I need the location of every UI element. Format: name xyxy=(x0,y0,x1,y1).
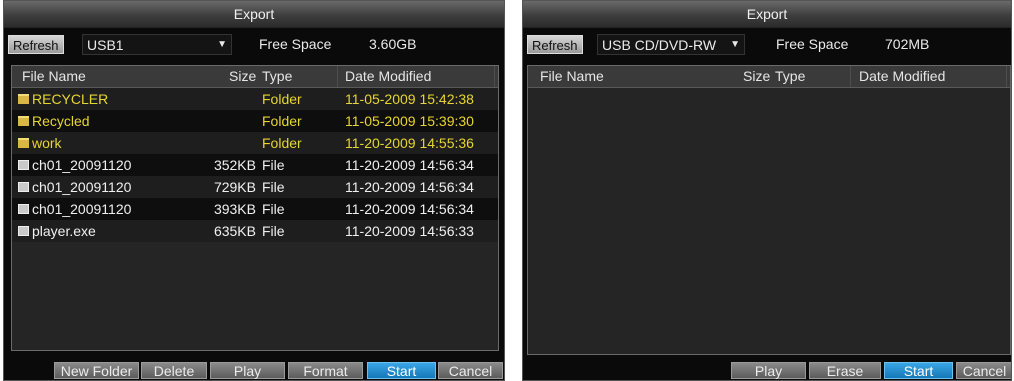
file-type: File xyxy=(262,179,285,195)
device-select-value: USB1 xyxy=(87,37,124,53)
chevron-down-icon: ▼ xyxy=(217,39,227,50)
column-header-date[interactable]: Date Modified xyxy=(345,68,431,84)
file-type: File xyxy=(262,157,285,173)
file-date: 11-20-2009 14:56:34 xyxy=(345,201,474,217)
file-list-header: File Name Size Type Date Modified xyxy=(528,66,1010,88)
start-button[interactable]: Start xyxy=(367,362,436,379)
column-header-type[interactable]: Type xyxy=(775,68,805,84)
device-select-value: USB CD/DVD-RW xyxy=(602,37,717,53)
column-divider xyxy=(337,66,338,87)
toolbar: Refresh USB1 ▼ Free Space 3.60GB xyxy=(4,28,504,58)
column-divider xyxy=(850,66,851,87)
refresh-button[interactable]: Refresh xyxy=(527,35,583,54)
column-header-type[interactable]: Type xyxy=(262,68,292,84)
file-date: 11-20-2009 14:56:33 xyxy=(345,223,474,239)
file-list-rows: RECYCLER Folder 11-05-2009 15:42:38 Recycle… xyxy=(12,88,498,242)
file-list[interactable]: File Name Size Type Date Modified xyxy=(527,65,1011,355)
folder-icon xyxy=(18,138,29,148)
column-header-name[interactable]: File Name xyxy=(22,68,86,84)
file-row[interactable]: ch01_20091120 393KB File 11-20-2009 14:56:3… xyxy=(12,198,498,220)
cancel-button[interactable]: Cancel xyxy=(956,362,1011,379)
file-name: RECYCLER xyxy=(32,91,109,107)
folder-row[interactable]: Recycled Folder 11-05-2009 15:39:30 xyxy=(12,110,498,132)
file-name: ch01_20091120 xyxy=(32,157,132,173)
play-button[interactable]: Play xyxy=(731,362,806,379)
file-size: 393KB xyxy=(213,201,256,217)
file-date: 11-20-2009 14:55:36 xyxy=(345,135,474,151)
file-list-header: File Name Size Type Date Modified xyxy=(12,66,498,88)
file-name: ch01_20091120 xyxy=(32,179,132,195)
file-row[interactable]: ch01_20091120 352KB File 11-20-2009 14:56:3… xyxy=(12,154,498,176)
file-type: File xyxy=(262,201,285,217)
file-icon xyxy=(18,182,29,192)
column-divider xyxy=(1006,66,1007,87)
export-dialog-usb: Export Refresh USB1 ▼ Free Space 3.60GB … xyxy=(3,0,505,381)
cancel-button[interactable]: Cancel xyxy=(438,362,503,379)
file-date: 11-20-2009 14:56:34 xyxy=(345,179,474,195)
refresh-button[interactable]: Refresh xyxy=(8,35,64,54)
erase-button[interactable]: Erase xyxy=(809,362,881,379)
button-bar: New Folder Delete Play Format Start Cancel xyxy=(4,360,504,380)
file-row[interactable]: ch01_20091120 729KB File 11-20-2009 14:56:3… xyxy=(12,176,498,198)
file-name: player.exe xyxy=(32,223,96,239)
new-folder-button[interactable]: New Folder xyxy=(54,362,139,379)
chevron-down-icon: ▼ xyxy=(730,39,740,50)
file-icon xyxy=(18,160,29,170)
play-button[interactable]: Play xyxy=(210,362,285,379)
start-button[interactable]: Start xyxy=(884,362,953,379)
folder-icon xyxy=(18,116,29,126)
file-name: Recycled xyxy=(32,113,90,129)
file-date: 11-05-2009 15:42:38 xyxy=(345,91,474,107)
file-name: work xyxy=(32,135,62,151)
column-header-size[interactable]: Size xyxy=(743,68,770,84)
file-size: 352KB xyxy=(213,157,256,173)
free-space-label: Free Space xyxy=(776,36,849,52)
file-icon xyxy=(18,226,29,236)
column-header-name[interactable]: File Name xyxy=(540,68,604,84)
file-date: 11-20-2009 14:56:34 xyxy=(345,157,474,173)
folder-row[interactable]: work Folder 11-20-2009 14:55:36 xyxy=(12,132,498,154)
file-type: Folder xyxy=(262,135,302,151)
file-type: Folder xyxy=(262,91,302,107)
file-date: 11-05-2009 15:39:30 xyxy=(345,113,474,129)
folder-icon xyxy=(18,94,29,104)
file-size: 635KB xyxy=(213,223,256,239)
button-bar: Play Erase Start Cancel xyxy=(523,360,1011,380)
device-select[interactable]: USB CD/DVD-RW ▼ xyxy=(597,34,745,55)
file-icon xyxy=(18,204,29,214)
file-size: 729KB xyxy=(213,179,256,195)
file-row[interactable]: player.exe 635KB File 11-20-2009 14:56:33 xyxy=(12,220,498,242)
dialog-title: Export xyxy=(523,1,1011,28)
device-select[interactable]: USB1 ▼ xyxy=(82,34,232,55)
column-divider xyxy=(494,66,495,87)
export-dialog-cd-dvd: Export Refresh USB CD/DVD-RW ▼ Free Spac… xyxy=(522,0,1012,381)
file-type: Folder xyxy=(262,113,302,129)
format-button[interactable]: Format xyxy=(288,362,363,379)
file-list[interactable]: File Name Size Type Date Modified RECYCL… xyxy=(11,65,499,351)
column-header-size[interactable]: Size xyxy=(229,68,256,84)
toolbar: Refresh USB CD/DVD-RW ▼ Free Space 702MB xyxy=(523,28,1011,58)
file-type: File xyxy=(262,223,285,239)
folder-row[interactable]: RECYCLER Folder 11-05-2009 15:42:38 xyxy=(12,88,498,110)
dialog-title: Export xyxy=(4,1,504,28)
delete-button[interactable]: Delete xyxy=(141,362,207,379)
free-space-label: Free Space xyxy=(259,36,332,52)
column-header-date[interactable]: Date Modified xyxy=(859,68,945,84)
free-space-value: 702MB xyxy=(885,36,930,52)
file-name: ch01_20091120 xyxy=(32,201,132,217)
free-space-value: 3.60GB xyxy=(369,36,417,52)
